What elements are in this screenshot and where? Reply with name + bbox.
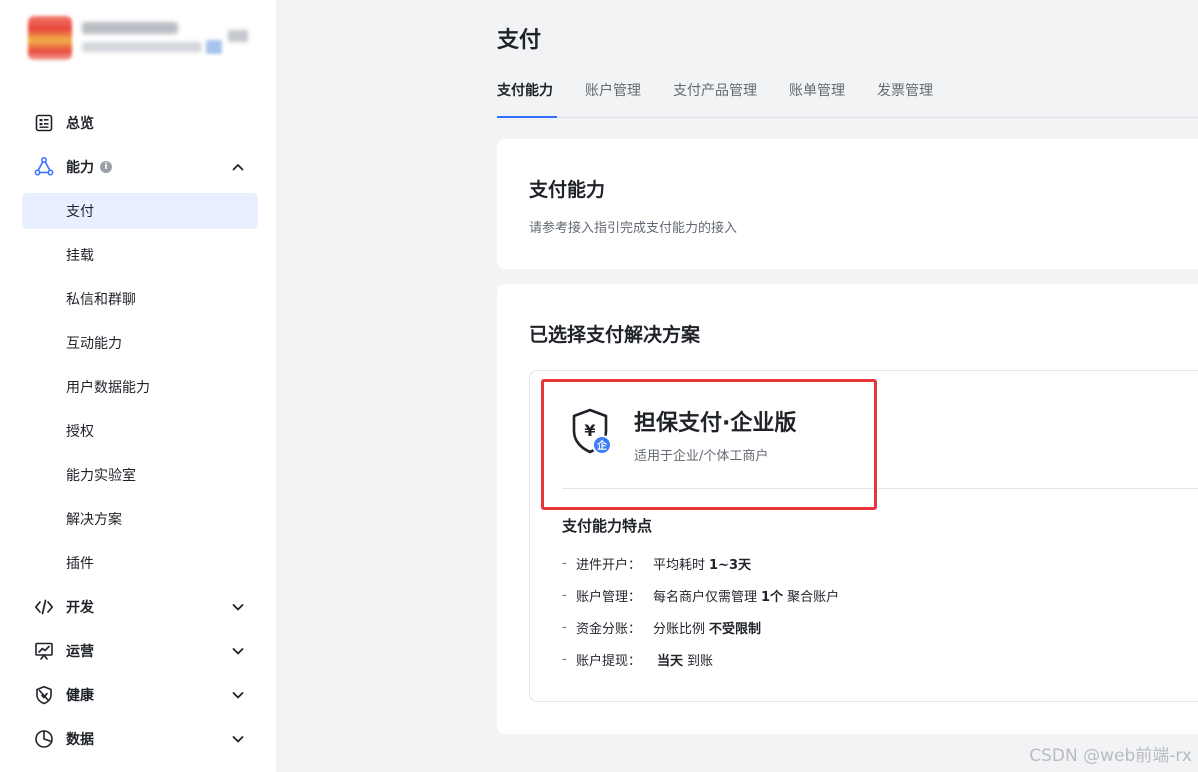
tab-account-management[interactable]: 账户管理	[585, 72, 641, 117]
info-icon[interactable]: i	[100, 161, 112, 173]
page-title: 支付	[497, 28, 542, 53]
app-brand[interactable]	[26, 14, 256, 62]
solution-panel: ¥ 企 担保支付·企业版 适用于企业/个体工商户 支付能力特点 - 进件开户： …	[529, 370, 1198, 702]
intro-description: 请参考接入指引完成支付能力的接入	[529, 221, 738, 236]
feature-highlight: 1~3天	[709, 557, 751, 573]
sidebar-item-label: 数据	[66, 732, 94, 748]
list-dash: -	[562, 555, 567, 571]
sidebar-subitem-interaction[interactable]: 互动能力	[22, 321, 258, 365]
app-logo	[28, 16, 72, 60]
feature-highlight: 不受限制	[709, 621, 762, 637]
watermark: CSDN @web前端-rx	[1029, 746, 1192, 766]
chevron-up-icon[interactable]	[230, 159, 246, 175]
sidebar-item-label: 能力	[66, 160, 94, 176]
intro-heading: 支付能力	[529, 179, 606, 201]
sidebar-nav: 总览 能力 i 支付 挂载 私信和群聊 互动能力 用户数据能力 授权 能力实验室…	[22, 101, 258, 761]
solution-name: 担保支付·企业版	[634, 411, 797, 436]
feature-text: 聚合账户	[787, 589, 840, 605]
solution-section-heading: 已选择支付解决方案	[529, 324, 701, 346]
feature-text: 每名商户仅需管理	[653, 589, 758, 605]
feature-key: 资金分账：	[576, 621, 642, 637]
tab-invoice-management[interactable]: 发票管理	[877, 72, 933, 117]
list-dash: -	[562, 619, 567, 635]
sidebar-subitem-plugins[interactable]: 插件	[22, 541, 258, 585]
list-dash: -	[562, 587, 567, 603]
app-name-blurred	[82, 22, 178, 34]
sidebar-item-overview[interactable]: 总览	[22, 101, 258, 145]
list-dash: -	[562, 651, 567, 667]
selected-solution-card: 已选择支付解决方案 ¥ 企 担保支付·企业版 适用于企业/个体工商户 支付能力特…	[497, 284, 1198, 734]
feature-item: - 资金分账： 分账比例 不受限制	[562, 611, 1162, 643]
chevron-down-icon[interactable]	[230, 731, 246, 747]
chevron-down-icon[interactable]	[230, 687, 246, 703]
feature-highlight: 1个	[761, 589, 784, 605]
capability-icon	[34, 157, 54, 177]
sidebar-subitem-user-data[interactable]: 用户数据能力	[22, 365, 258, 409]
sidebar-subitem-authorization[interactable]: 授权	[22, 409, 258, 453]
svg-text:¥: ¥	[584, 421, 595, 440]
payment-shield-icon: ¥ 企	[570, 407, 614, 459]
feature-text: 到账	[687, 653, 714, 669]
pie-chart-icon	[34, 729, 54, 749]
sidebar-item-develop[interactable]: 开发	[22, 585, 258, 629]
sidebar-subitem-solutions[interactable]: 解决方案	[22, 497, 258, 541]
sidebar: 总览 能力 i 支付 挂载 私信和群聊 互动能力 用户数据能力 授权 能力实验室…	[0, 0, 276, 772]
solution-subtitle: 适用于企业/个体工商户	[634, 449, 769, 464]
sidebar-item-operation[interactable]: 运营	[22, 629, 258, 673]
payment-intro-card: 支付能力 请参考接入指引完成支付能力的接入	[497, 139, 1198, 269]
sidebar-item-label: 运营	[66, 644, 94, 660]
feature-key: 账户提现：	[576, 653, 642, 669]
health-shield-icon	[34, 685, 54, 705]
tab-bill-management[interactable]: 账单管理	[789, 72, 845, 117]
feature-key: 进件开户：	[576, 557, 642, 573]
solution-header[interactable]: ¥ 企 担保支付·企业版 适用于企业/个体工商户	[562, 371, 1198, 489]
chevron-down-icon[interactable]	[230, 643, 246, 659]
sidebar-item-data[interactable]: 数据	[22, 717, 258, 761]
feature-item: - 账户管理： 每名商户仅需管理 1个 聚合账户	[562, 579, 1162, 611]
app-id-blurred	[82, 42, 202, 52]
tab-bar: 支付能力 账户管理 支付产品管理 账单管理 发票管理	[497, 72, 1198, 118]
tab-payment-capability[interactable]: 支付能力	[497, 72, 557, 118]
sidebar-subitem-payment[interactable]: 支付	[22, 193, 258, 229]
dashboard-icon	[34, 113, 54, 133]
feature-key: 账户管理：	[576, 589, 642, 605]
sidebar-subitem-messages-groups[interactable]: 私信和群聊	[22, 277, 258, 321]
feature-text: 分账比例	[653, 621, 706, 637]
app-tag-blurred	[206, 40, 222, 54]
app-tag2-blurred	[228, 30, 248, 42]
enterprise-badge: 企	[596, 439, 608, 452]
chevron-down-icon[interactable]	[230, 599, 246, 615]
operation-chart-icon	[34, 641, 54, 661]
sidebar-item-label: 总览	[66, 116, 94, 132]
tab-payment-product-management[interactable]: 支付产品管理	[673, 72, 757, 117]
feature-list: - 进件开户： 平均耗时 1~3天 - 账户管理： 每名商户仅需管理 1个 聚合…	[562, 547, 1162, 675]
feature-item: - 进件开户： 平均耗时 1~3天	[562, 547, 1162, 579]
feature-item: - 账户提现： 当天 到账	[562, 643, 1162, 675]
sidebar-item-label: 健康	[66, 688, 94, 704]
code-icon	[34, 597, 54, 617]
feature-highlight: 当天	[657, 653, 684, 669]
feature-text: 平均耗时	[653, 557, 706, 573]
sidebar-item-label: 开发	[66, 600, 94, 616]
features-title: 支付能力特点	[562, 517, 653, 535]
sidebar-subitem-mount[interactable]: 挂载	[22, 233, 258, 277]
sidebar-item-health[interactable]: 健康	[22, 673, 258, 717]
sidebar-item-capability[interactable]: 能力 i	[22, 145, 258, 189]
sidebar-subitem-lab[interactable]: 能力实验室	[22, 453, 258, 497]
